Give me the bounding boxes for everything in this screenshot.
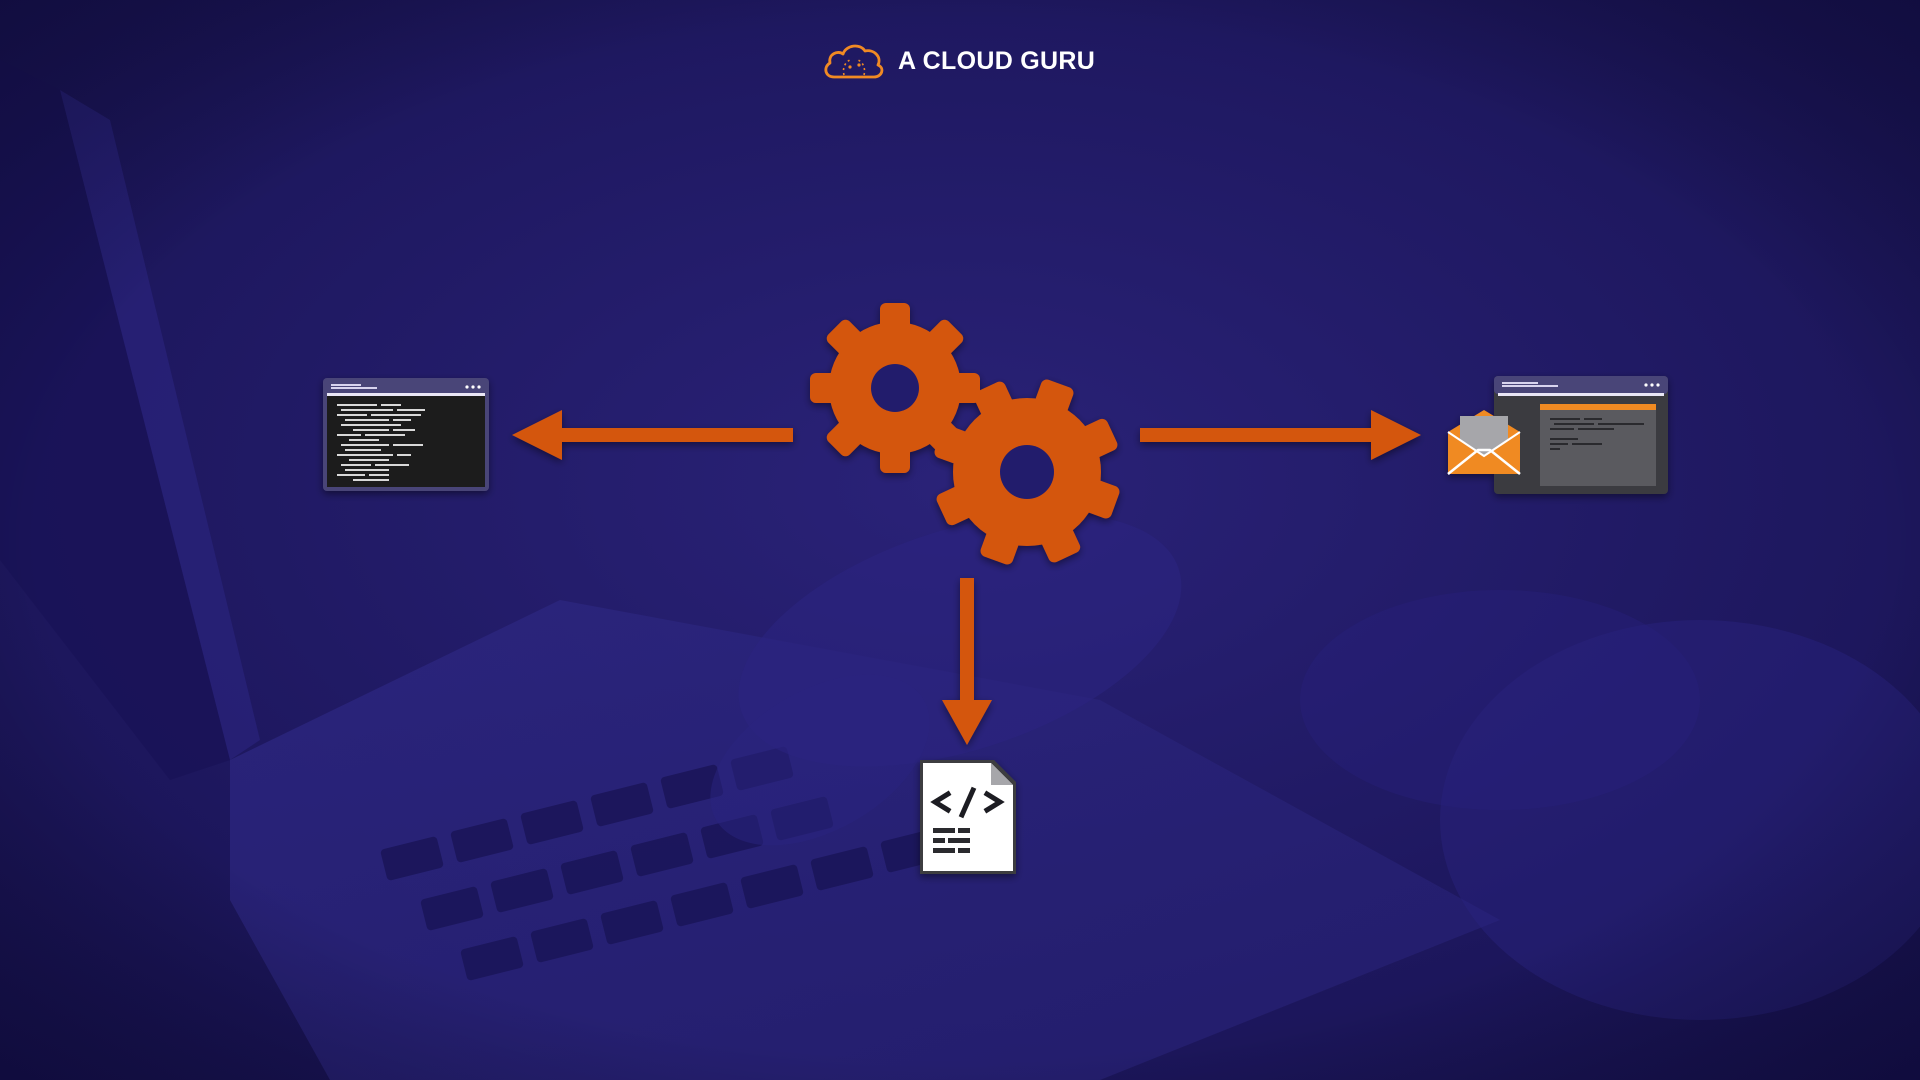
arrow-left — [512, 410, 793, 460]
large-gear-icon — [934, 379, 1120, 565]
code-file-icon — [920, 760, 1016, 874]
arrow-right — [1140, 410, 1421, 460]
arrow-down — [942, 578, 992, 745]
gears-icon — [810, 303, 1120, 565]
terminal-window-icon — [323, 378, 489, 491]
app-window-icon — [1494, 376, 1668, 494]
workflow-diagram — [323, 303, 1668, 874]
email-notification-icon — [1447, 376, 1668, 494]
